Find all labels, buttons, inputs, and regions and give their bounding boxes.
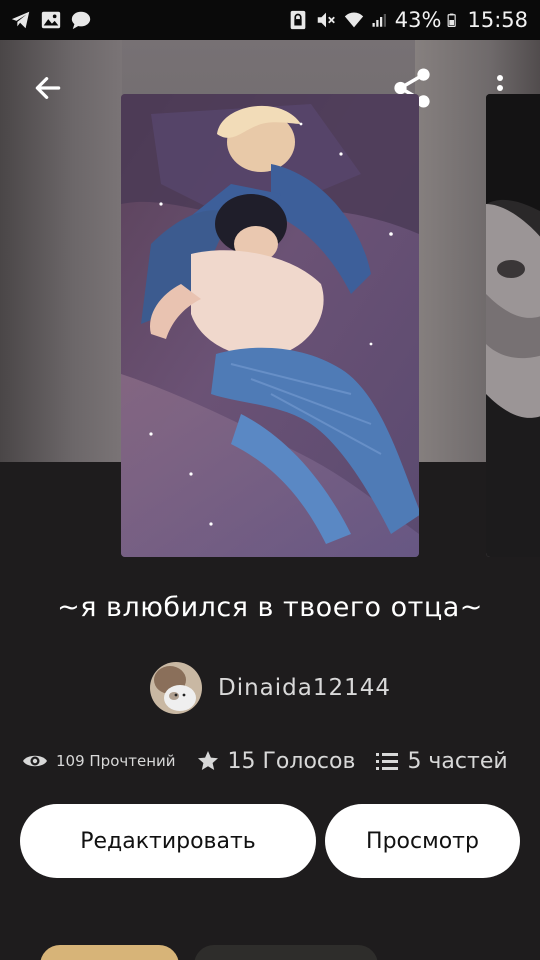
battery-percent: 43% <box>394 8 442 32</box>
reads-count: 109 Прочтений <box>56 752 176 770</box>
signal-icon <box>372 14 386 27</box>
status-left <box>10 9 92 31</box>
votes-stat: 15 Голосов <box>196 748 356 774</box>
eye-icon <box>23 755 47 767</box>
preview-button[interactable]: Просмотр <box>325 804 520 878</box>
next-cover-illustration <box>486 94 540 557</box>
author-name[interactable]: Dinaida12144 <box>218 675 391 701</box>
telegram-icon <box>11 11 30 29</box>
list-icon <box>376 753 399 770</box>
chat-icon <box>71 11 91 30</box>
back-button[interactable] <box>24 64 72 112</box>
mute-icon <box>317 12 335 28</box>
cover-illustration <box>121 94 419 557</box>
reads-stat: 109 Прочтений <box>22 751 176 771</box>
edit-button[interactable]: Редактировать <box>20 804 316 878</box>
parts-stat: 5 частей <box>375 748 508 774</box>
battery-icon <box>448 13 457 27</box>
clock: 15:58 <box>467 8 528 32</box>
author-row[interactable]: Dinaida12144 <box>150 662 391 714</box>
author-avatar-image <box>150 662 202 714</box>
next-story-cover[interactable] <box>486 94 540 557</box>
bottom-chip-gold[interactable] <box>40 945 179 960</box>
votes-count: 15 Голосов <box>227 748 356 774</box>
screen-lock-icon <box>290 10 306 30</box>
avatar[interactable] <box>150 662 202 714</box>
star-icon <box>197 751 218 770</box>
story-cover-image[interactable] <box>121 94 419 557</box>
bottom-chip-dark[interactable] <box>194 945 378 960</box>
status-bar: 43% 15:58 <box>0 0 540 40</box>
story-title: ~я влюбился в твоего отца~ <box>57 592 483 623</box>
status-right: 43% 15:58 <box>287 8 528 32</box>
story-stats: 109 Прочтений 15 Голосов 5 частей <box>22 744 522 778</box>
wifi-icon <box>344 12 363 28</box>
gallery-icon <box>41 11 61 29</box>
arrow-left-icon <box>35 77 61 99</box>
parts-count: 5 частей <box>407 748 508 774</box>
